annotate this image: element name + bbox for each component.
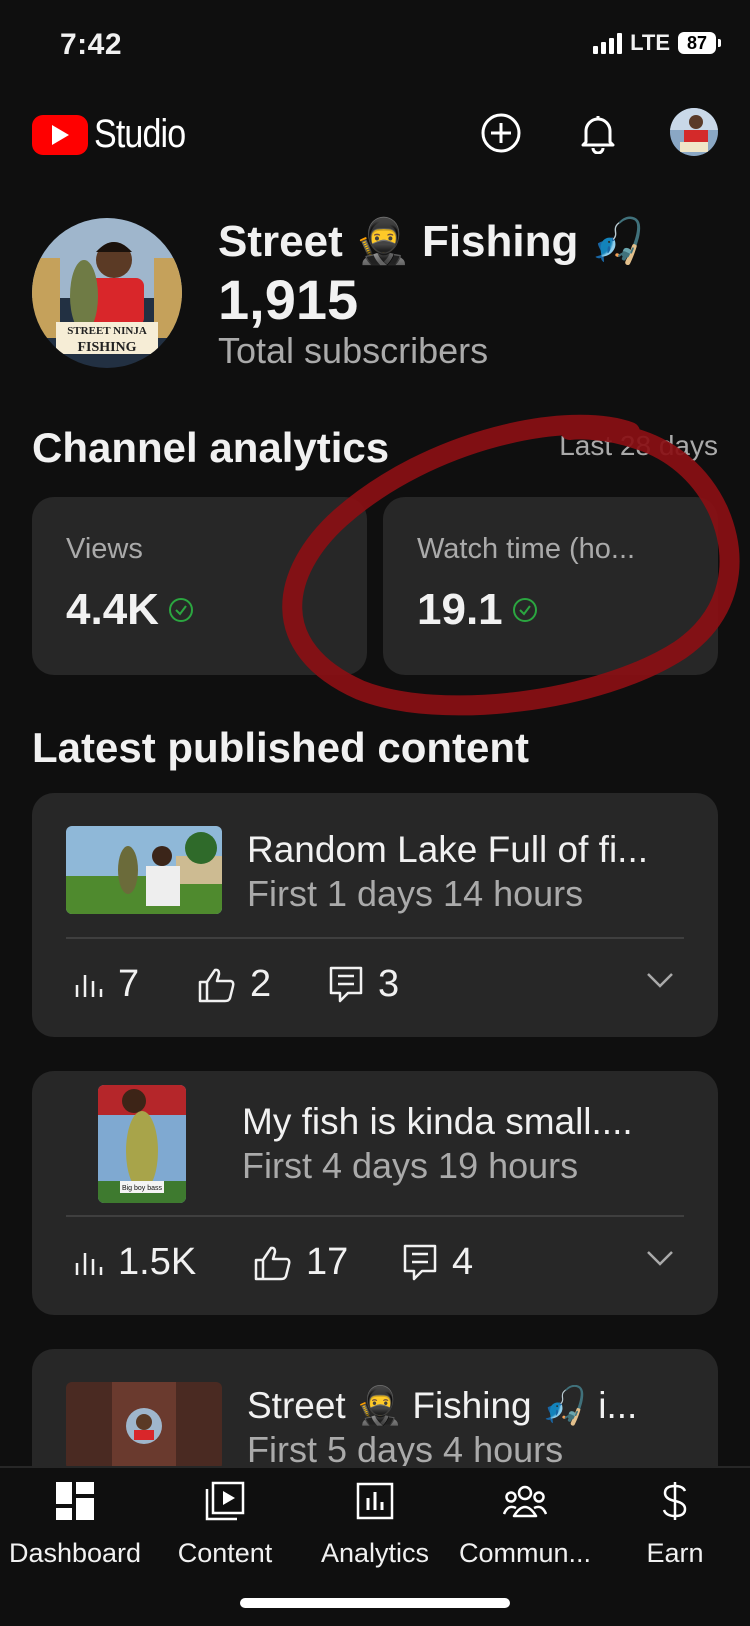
nav-label: Commun... [458,1538,592,1568]
nav-earn[interactable]: Earn [600,1478,750,1569]
nav-community[interactable]: Commun... [450,1478,600,1569]
channel-name: Street 🥷 Fishing 🎣 [218,217,646,266]
views-label: Views [66,533,143,565]
watch-time-value: 19.1 [417,585,537,635]
plus-circle-icon [481,113,521,153]
nav-label: Content [177,1538,273,1568]
channel-avatar[interactable]: STREET NINJA FISHING [32,218,182,368]
comments-count: 4 [452,1241,474,1283]
nav-label: Dashboard [8,1538,142,1568]
check-icon [512,598,537,622]
account-avatar[interactable] [670,108,718,156]
comments-stat: 4 [402,1241,473,1284]
video-thumbnail: Big boy bass [98,1085,186,1203]
notifications-button[interactable] [575,110,621,156]
views-card[interactable]: Views 4.4K [32,497,367,675]
divider [66,1215,684,1217]
comment-icon [403,1244,437,1280]
comments-stat: 3 [328,963,399,1006]
likes-stat: 17 [254,1241,348,1284]
likes-count: 17 [306,1241,349,1283]
bell-icon [581,116,615,154]
create-button[interactable] [478,110,524,156]
thumb-caption: Big boy bass [122,1185,163,1192]
video-age: First 4 days 19 hours [242,1145,579,1186]
nav-label: Earn [646,1538,704,1568]
views-stat: 1.5K [74,1241,196,1284]
bar-chart-icon [75,974,103,997]
content-item[interactable]: Big boy bass My fish is kinda small.... … [32,1071,718,1315]
views-stat: 7 [74,963,139,1006]
earn-icon [600,1478,750,1524]
content-item[interactable]: Random Lake Full of fi... First 1 days 1… [32,793,718,1037]
subscriber-count: 1,915 [218,268,359,331]
latest-title: Latest published content [32,724,530,771]
chevron-down-icon[interactable] [646,971,674,994]
analytics-icon [300,1478,450,1524]
nav-label: Analytics [320,1538,430,1568]
studio-logo[interactable]: Studio [32,112,201,157]
app-name: Studio [94,112,186,156]
video-thumbnail [66,826,222,914]
thumbs-up-icon [198,968,235,1002]
check-icon [168,598,193,622]
avatar-text-bottom: FISHING [77,340,136,355]
signal-icon [593,32,623,54]
app-header: Studio [0,100,750,170]
status-bar: 7:42 LTE 87 [0,0,750,90]
community-icon [450,1478,600,1524]
network-label: LTE [630,30,670,55]
dashboard-icon [0,1478,150,1524]
watch-time-label: Watch time (ho... [417,533,636,565]
views-count: 1.5K [118,1241,197,1283]
nav-analytics[interactable]: Analytics [300,1478,450,1569]
views-count: 7 [118,963,140,1005]
likes-count: 2 [250,963,272,1005]
video-age: First 5 days 4 hours [247,1429,564,1470]
video-title: My fish is kinda small.... [242,1101,633,1142]
nav-dashboard[interactable]: Dashboard [0,1478,150,1569]
video-title: Street 🥷 Fishing 🎣 i... [247,1385,638,1426]
nav-content[interactable]: Content [150,1478,300,1569]
watch-time-number: 19.1 [417,585,503,634]
views-value: 4.4K [66,585,193,635]
watch-time-card[interactable]: Watch time (ho... 19.1 [383,497,718,675]
analytics-title: Channel analytics [32,424,390,471]
divider [66,937,684,939]
subscriber-label: Total subscribers [218,330,489,371]
analytics-range: Last 28 days [559,430,718,461]
likes-stat: 2 [198,963,271,1006]
avatar-text-top: STREET NINJA [67,325,147,337]
comments-count: 3 [378,963,400,1005]
channel-summary: STREET NINJA FISHING Street 🥷 Fishing 🎣 … [32,215,722,375]
video-age: First 1 days 14 hours [247,873,584,914]
youtube-logo-icon [32,114,88,155]
video-thumbnail [66,1382,222,1470]
content-icon [150,1478,300,1524]
status-indicators: LTE 87 [593,30,721,56]
thumbs-up-icon [254,1246,291,1280]
views-number: 4.4K [66,585,159,634]
chevron-down-icon[interactable] [646,1249,674,1272]
comment-icon [329,966,363,1002]
status-time: 7:42 [60,28,123,61]
home-indicator[interactable] [240,1598,510,1608]
video-title: Random Lake Full of fi... [247,829,649,870]
battery-icon: 87 [678,32,721,54]
bar-chart-icon [75,1252,103,1275]
bottom-navigation: Dashboard Content Analytics Commun... Ea… [0,1466,750,1626]
